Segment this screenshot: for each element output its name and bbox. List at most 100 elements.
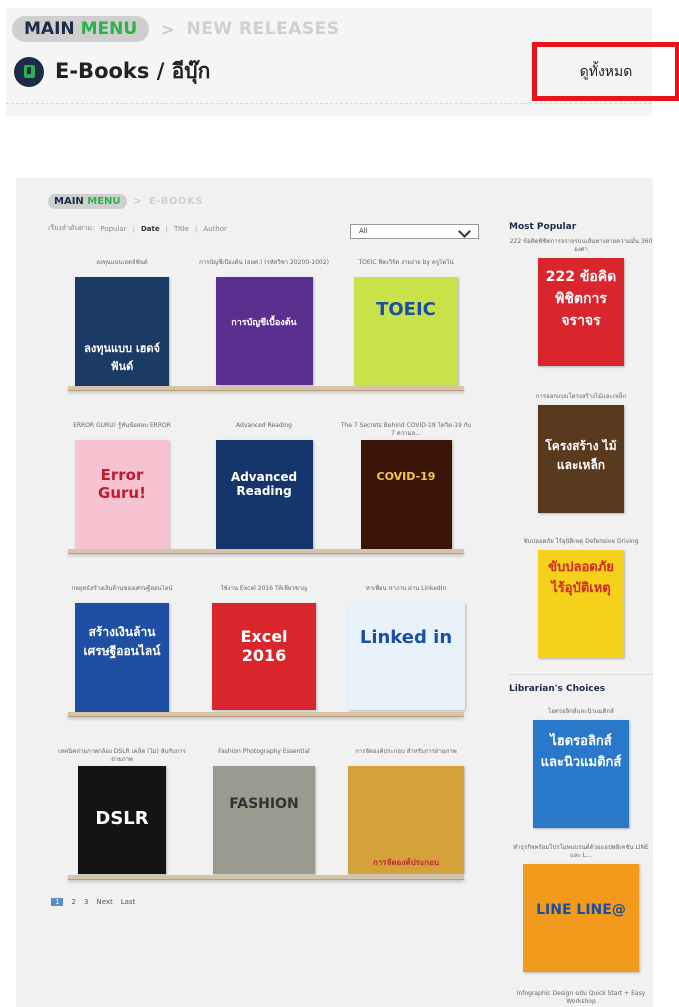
book-cover[interactable]: Error Guru! <box>75 440 169 550</box>
sidebar-book[interactable]: 222 ข้อคิดพิชิตการจราจรบนเส้นทางสายความม… <box>509 238 653 366</box>
book-cover[interactable]: การบัญชีเบื้องต้น <box>215 277 313 385</box>
book-cover[interactable]: 222 ข้อคิด พิชิตการจราจร <box>538 258 624 366</box>
book-item[interactable]: Advanced Reading Advanced Reading <box>196 422 332 549</box>
book-item[interactable]: ลงทุนแบบเฮดจ์ฟันด์ลงทุนแบบ เฮดจ์ฟันด์ <box>54 259 190 386</box>
next-page[interactable]: Next <box>96 898 112 906</box>
book-cover[interactable]: FASHION <box>213 766 315 874</box>
sidebar-book-title[interactable]: ขับปลอดภัย ไร้อุบัติเหตุ Defensive Drivi… <box>509 538 653 546</box>
book-title[interactable]: ใช้งาน Excel 2016 ให้เชี่ยวชาญ <box>196 585 332 603</box>
sort-title[interactable]: Title <box>174 225 189 233</box>
embedded-breadcrumb-main-menu[interactable]: MAIN MENU <box>48 194 127 209</box>
book-item[interactable]: TOEIC ฟิตเวิร์ด ง่ายง่าย by ครูโดโน่ TOEI… <box>338 259 474 385</box>
book-cover[interactable]: ขับปลอดภัย ไร้อุบัติเหตุ <box>538 550 624 658</box>
book-cover-text: ลงทุนแบบ เฮดจ์ฟันด์ <box>84 342 160 373</box>
book-cover[interactable]: สร้างเงินล้าน เศรษฐีออนไลน์ <box>75 603 169 712</box>
book-item[interactable]: ERROR GURU! รู้ทันข้อสอบ ERROR Error Guru… <box>54 422 190 550</box>
sort-divider: | <box>132 224 135 233</box>
book-cover-text: Advanced Reading <box>230 470 298 498</box>
book-cover-text: TOEIC <box>376 299 436 320</box>
sidebar-book[interactable]: ทำธุรกิจพร้อมโปรโมทแบรนด์ด้วยแอปพลิเคชัน… <box>509 844 653 972</box>
book-cover-text: การบัญชีเบื้องต้น <box>231 318 297 328</box>
sort-popular[interactable]: Popular <box>100 225 126 233</box>
book-cover-text: 222 ข้อคิด พิชิตการจราจร <box>545 269 617 329</box>
book-cover[interactable]: LINE LINE@ <box>523 864 639 972</box>
bookshelf-plank <box>68 712 464 717</box>
sort-label: เรียงลำดับตาม: <box>48 224 95 232</box>
book-cover[interactable]: COVID-19 <box>360 440 452 549</box>
book-grid: ลงทุนแบบเฮดจ์ฟันด์ ลงทุนแบบ เฮดจ์ฟันด์ การ… <box>58 259 471 911</box>
last-page[interactable]: Last <box>121 898 136 906</box>
category-select[interactable]: All <box>350 224 479 239</box>
sort-divider: | <box>165 224 168 233</box>
sidebar-book-title[interactable]: Infographic Design ฉบับ Quick Start + Ea… <box>509 990 653 1006</box>
book-title[interactable]: กลยุทธ์สร้างเงินล้านของเศรษฐีออนไลน์ <box>54 585 190 603</box>
book-cover[interactable]: ลงทุนแบบ เฮดจ์ฟันด์ <box>75 277 169 386</box>
book-title[interactable]: Advanced Reading <box>196 422 332 440</box>
breadcrumb-main-menu[interactable]: MAIN MENU <box>12 16 150 42</box>
embedded-breadcrumb-separator: > <box>133 196 142 207</box>
book-title[interactable]: ERROR GURU! รู้ทันข้อสอบ ERROR <box>54 422 190 440</box>
book-item[interactable]: Fashion Photography Essential FASHION <box>196 748 332 874</box>
book-cover-text: การจัดองค์ประกอบ <box>373 858 439 867</box>
sidebar-book-title[interactable]: 222 ข้อคิดพิชิตการจราจรบนเส้นทางสายความม… <box>509 238 653 254</box>
main-label: MAIN <box>24 19 75 39</box>
book-cover-text: DSLR <box>95 808 149 829</box>
librarians-choices-heading: Librarian's Choices <box>509 684 606 694</box>
sidebar-book[interactable]: ไฮดรอลิกส์และนิวแมติกส์ไฮดรอลิกส์ และนิว… <box>509 708 653 828</box>
book-title[interactable]: การจัดองค์ประกอบ สำหรับการถ่ายภาพ <box>338 748 474 766</box>
book-title[interactable]: TOEIC ฟิตเวิร์ด ง่ายง่าย by ครูโดโน่ <box>338 259 474 277</box>
shelf-row: ERROR GURU! รู้ทันข้อสอบ ERROR Error Guru… <box>68 422 471 585</box>
book-title[interactable]: เทคนิคถ่ายภาพกล้อง DSLR เคล็ด (ไม่) ลับก… <box>54 748 190 766</box>
book-cover[interactable]: โครงสร้าง ไม้ และเหล็ก <box>538 405 624 513</box>
bookshelf-plank <box>68 875 464 880</box>
book-title[interactable]: Fashion Photography Essential <box>196 748 332 766</box>
embedded-breadcrumb: MAIN MENU > E-BOOKS <box>48 194 203 209</box>
book-title[interactable]: หาเพื่อน หางาน ผ่าน LinkedIn <box>338 585 474 603</box>
divider <box>6 103 652 104</box>
section-title: E-Books / อีบุ๊ก <box>55 59 211 83</box>
book-cover-text: LINE LINE@ <box>536 902 626 918</box>
book-item[interactable]: ใช้งาน Excel 2016 ให้เชี่ยวชาญ Excel 2016 <box>196 585 332 710</box>
sort-author[interactable]: Author <box>203 225 227 233</box>
sidebar-book[interactable]: Infographic Design ฉบับ Quick Start + Ea… <box>509 990 653 1007</box>
view-all-link[interactable]: ดูทั้งหมด <box>532 42 679 101</box>
sidebar-book-title[interactable]: ทำธุรกิจพร้อมโปรโมทแบรนด์ด้วยแอปพลิเคชัน… <box>509 844 653 860</box>
sidebar-divider <box>509 674 653 675</box>
page-3[interactable]: 3 <box>84 898 88 906</box>
embedded-main-label: MAIN <box>54 196 84 207</box>
book-title[interactable]: ลงทุนแบบเฮดจ์ฟันด์ <box>54 259 190 277</box>
book-title[interactable]: การบัญชีเบื้องต้น (สอศ.) (รหัสวิชา 20200… <box>196 259 332 277</box>
book-title[interactable]: The 7 Secrets Behind COVID-19 โควิด-19 ก… <box>338 422 474 440</box>
book-cover[interactable]: Excel 2016 <box>212 603 316 710</box>
book-cover[interactable]: Linked in <box>347 603 465 710</box>
bookshelf-plank <box>68 549 464 554</box>
book-item[interactable]: การบัญชีเบื้องต้น (สอศ.) (รหัสวิชา 20200… <box>196 259 332 385</box>
book-item[interactable]: การจัดองค์ประกอบ สำหรับการถ่ายภาพการจัดอ… <box>338 748 474 874</box>
book-cover[interactable]: DSLR <box>78 766 166 874</box>
chevron-down-icon <box>458 225 471 238</box>
embedded-menu-label: MENU <box>87 196 121 207</box>
book-cover[interactable]: ไฮดรอลิกส์ และนิวแมติกส์ <box>533 720 629 828</box>
sort-date[interactable]: Date <box>141 225 160 233</box>
book-item[interactable]: The 7 Secrets Behind COVID-19 โควิด-19 ก… <box>338 422 474 549</box>
embedded-breadcrumb-current: E-BOOKS <box>148 196 203 207</box>
sidebar-book-title[interactable]: การออกแบบโครงสร้างไม้และเหล็ก <box>509 393 653 401</box>
book-item[interactable]: หาเพื่อน หางาน ผ่าน LinkedIn Linked in <box>338 585 474 710</box>
book-item[interactable]: เทคนิคถ่ายภาพกล้อง DSLR เคล็ด (ไม่) ลับก… <box>54 748 190 874</box>
book-icon <box>14 56 44 87</box>
sidebar-book[interactable]: ขับปลอดภัย ไร้อุบัติเหตุ Defensive Drivi… <box>509 538 653 658</box>
most-popular-heading: Most Popular <box>509 222 577 232</box>
shelf-row: ลงทุนแบบเฮดจ์ฟันด์ ลงทุนแบบ เฮดจ์ฟันด์ การ… <box>68 259 468 422</box>
book-cover[interactable]: การจัดองค์ประกอบ <box>348 766 464 874</box>
page-2[interactable]: 2 <box>71 898 75 906</box>
book-cover[interactable]: Advanced Reading <box>215 440 313 549</box>
sidebar-book[interactable]: การออกแบบโครงสร้างไม้และเหล็กโครงสร้าง ไ… <box>509 393 653 513</box>
sort-bar: เรียงลำดับตาม: Popular | Date | Title | … <box>48 223 227 234</box>
bookshelf-plank <box>68 386 464 391</box>
page-1[interactable]: 1 <box>51 898 64 906</box>
book-cover[interactable]: TOEIC <box>354 277 458 385</box>
book-item[interactable]: กลยุทธ์สร้างเงินล้านของเศรษฐีออนไลน์ สร้า… <box>54 585 190 712</box>
shelf-row: เทคนิคถ่ายภาพกล้อง DSLR เคล็ด (ไม่) ลับก… <box>58 748 468 911</box>
book-cover-text: ไฮดรอลิกส์ และนิวแมติกส์ <box>540 734 622 770</box>
sidebar-book-title[interactable]: ไฮดรอลิกส์และนิวแมติกส์ <box>509 708 653 716</box>
